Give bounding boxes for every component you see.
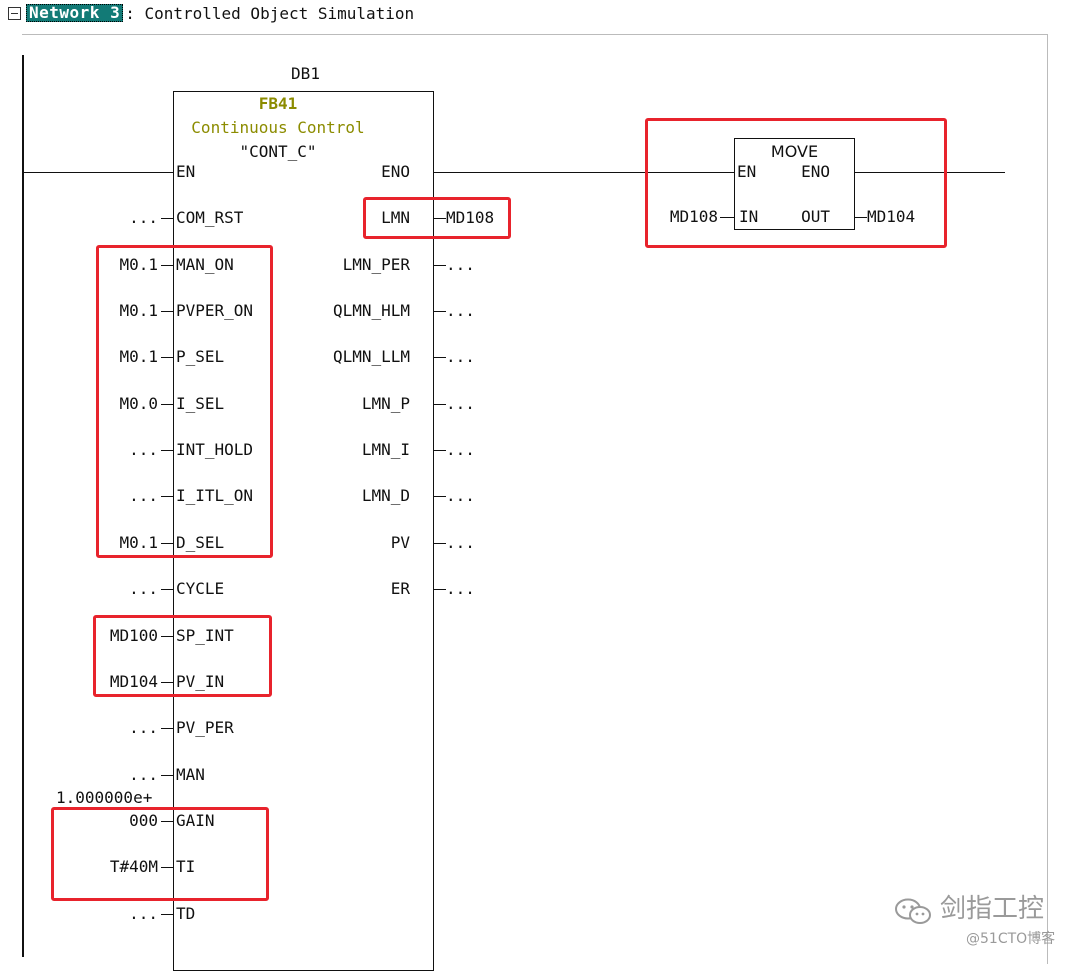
fb-out-wire-qlmn-hlm xyxy=(434,311,446,312)
fb-in-pin-pv-per: PV_PER xyxy=(176,718,234,737)
fb-in-pin-com-rst: COM_RST xyxy=(176,208,244,227)
fb-out-value-qlmn-llm[interactable]: ... xyxy=(446,348,475,366)
fb-in-wire-com-rst xyxy=(161,218,173,219)
highlight-gain-ti xyxy=(51,807,269,901)
fb-in-value-cycle[interactable]: ... xyxy=(40,580,158,598)
fb-in-value-com-rst[interactable]: ... xyxy=(40,209,158,227)
fb-out-pin-pv: PV xyxy=(390,533,410,552)
network-title: : Controlled Object Simulation xyxy=(125,3,415,23)
fb-out-wire-er xyxy=(434,589,446,590)
highlight-move xyxy=(645,118,947,248)
fb-in-value-td[interactable]: ... xyxy=(40,905,158,923)
fb-out-pin-qlmn-llm: QLMN_LLM xyxy=(332,347,410,366)
fb-out-wire-lmn-d xyxy=(434,496,446,497)
fb-out-pin-lmn-per: LMN_PER xyxy=(342,255,410,274)
highlight-mode-bits xyxy=(96,245,273,558)
watermark-brand: 剑指工控 xyxy=(940,894,1045,924)
fb-in-wire-man xyxy=(161,775,173,776)
fb-out-pin-lmn-p: LMN_P xyxy=(361,394,410,413)
fb-symbol: "CONT_C" xyxy=(239,142,317,161)
fb-in-pin-en: EN xyxy=(176,162,196,181)
wechat-icon xyxy=(895,898,931,924)
fb-in-pin-td: TD xyxy=(176,904,196,923)
collapse-icon[interactable] xyxy=(8,6,21,20)
fb-in-pin-cycle: CYCLE xyxy=(176,579,225,598)
fb-name: FB41 xyxy=(258,94,298,113)
power-rail xyxy=(22,55,24,957)
fb-out-pin-lmn-i: LMN_I xyxy=(361,440,410,459)
fb-out-wire-lmn-p xyxy=(434,404,446,405)
highlight-lmn xyxy=(363,197,511,239)
highlight-setpoint-pv xyxy=(93,615,272,697)
rung-wire-en xyxy=(24,172,173,173)
fb-out-pin-lmn-d: LMN_D xyxy=(361,486,410,505)
fb-out-wire-lmn-i xyxy=(434,450,446,451)
fb-out-value-qlmn-hlm[interactable]: ... xyxy=(446,302,475,320)
fb-in-value-gain-mantissa[interactable]: 1.000000e+ xyxy=(56,789,152,807)
fb-out-pin-eno: ENO xyxy=(381,162,410,181)
fb-out-wire-lmn-per xyxy=(434,265,446,266)
fb-out-value-er[interactable]: ... xyxy=(446,580,475,598)
fb-in-value-pv-per[interactable]: ... xyxy=(40,719,158,737)
network-header: Network 3 : Controlled Object Simulation xyxy=(8,2,414,24)
network-badge[interactable]: Network 3 xyxy=(26,4,124,22)
instance-db: DB1 xyxy=(291,64,320,83)
fb-out-value-lmn-i[interactable]: ... xyxy=(446,441,475,459)
fb-in-value-man[interactable]: ... xyxy=(40,766,158,784)
fb-out-wire-pv xyxy=(434,543,446,544)
fb-in-wire-td xyxy=(161,914,173,915)
fb-description: Continuous Control xyxy=(191,118,365,137)
fb-in-wire-cycle xyxy=(161,589,173,590)
fb-out-pin-qlmn-hlm: QLMN_HLM xyxy=(332,301,410,320)
fb-out-wire-qlmn-llm xyxy=(434,357,446,358)
fb-out-value-lmn-d[interactable]: ... xyxy=(446,487,475,505)
fb-out-value-lmn-p[interactable]: ... xyxy=(446,395,475,413)
fb-in-pin-man: MAN xyxy=(176,765,205,784)
watermark-site: @51CTO博客 xyxy=(966,931,1056,947)
fb-out-value-pv[interactable]: ... xyxy=(446,534,475,552)
fb-out-value-lmn-per[interactable]: ... xyxy=(446,256,475,274)
fb-out-pin-er: ER xyxy=(390,579,410,598)
fb-in-wire-pv-per xyxy=(161,728,173,729)
